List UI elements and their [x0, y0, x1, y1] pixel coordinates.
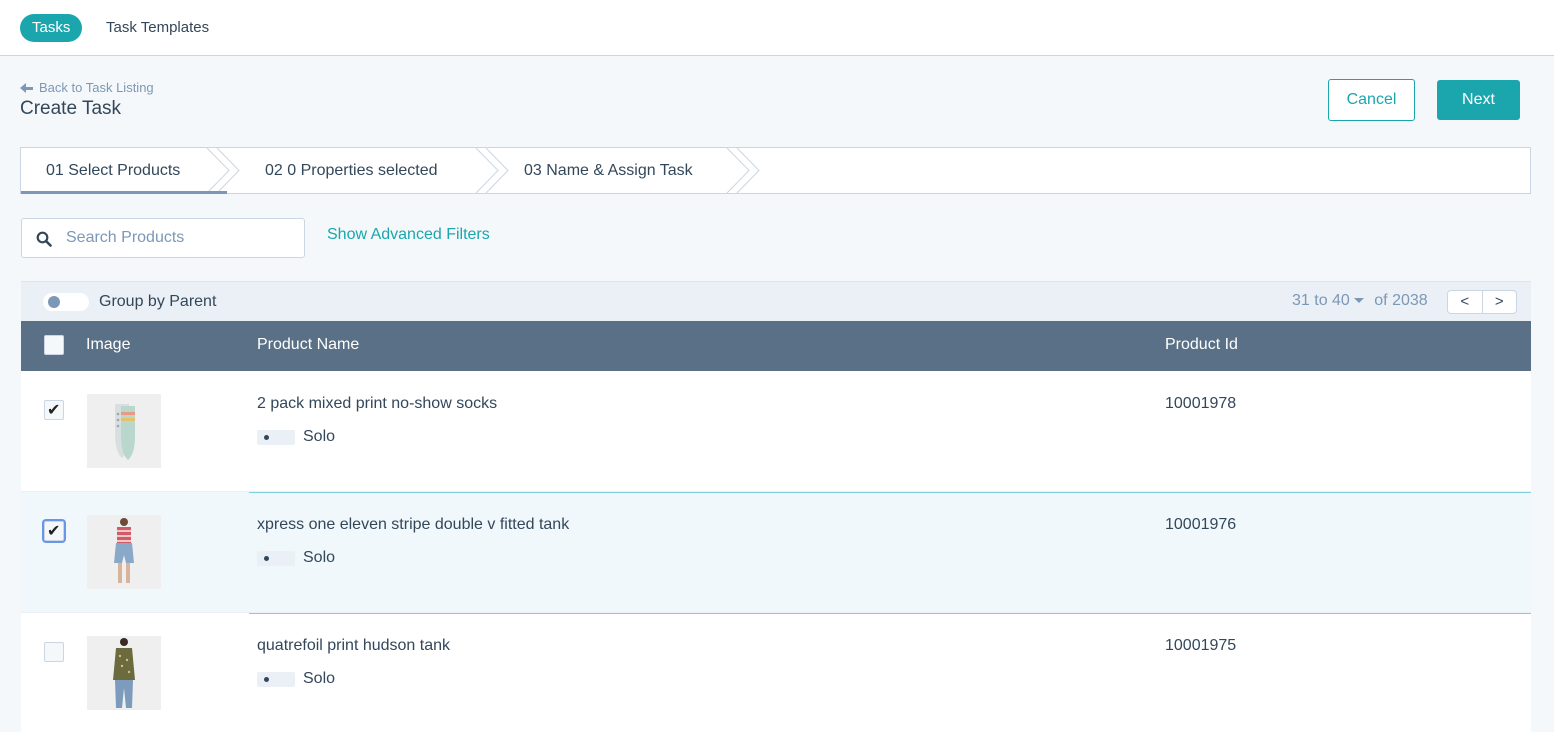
row-checkbox[interactable] — [44, 521, 64, 541]
solo-tag: Solo — [257, 428, 335, 446]
pager: < > — [1447, 290, 1517, 314]
solo-tag: Solo — [257, 670, 335, 688]
next-page-button[interactable]: > — [1481, 291, 1517, 313]
product-id: 10001976 — [1165, 516, 1237, 533]
table-toolbar: Group by Parent 31 to 40 of 2038 < > — [21, 281, 1531, 321]
row-checkbox[interactable] — [44, 642, 64, 662]
group-by-parent-label: Group by Parent — [99, 293, 217, 310]
search-icon — [36, 231, 52, 247]
solo-pill-icon — [257, 429, 295, 445]
solo-pill-icon — [257, 671, 295, 687]
arrow-left-icon — [20, 82, 34, 93]
page-scrollbar[interactable] — [1548, 56, 1554, 732]
search-input[interactable] — [66, 220, 296, 256]
step-properties[interactable]: 02 0 Properties selected — [265, 148, 438, 193]
table-row[interactable]: xpress one eleven stripe double v fitted… — [21, 492, 1531, 613]
wizard-stepper: 01 Select Products 02 0 Properties selec… — [20, 147, 1531, 194]
cancel-button[interactable]: Cancel — [1328, 79, 1415, 121]
product-id: 10001975 — [1165, 637, 1237, 654]
product-thumbnail — [87, 636, 161, 710]
row-highlight-line — [249, 613, 1531, 614]
prev-page-button[interactable]: < — [1448, 291, 1482, 313]
solo-tag-label: Solo — [303, 670, 336, 687]
show-advanced-filters-link[interactable]: Show Advanced Filters — [327, 226, 490, 244]
next-button[interactable]: Next — [1437, 80, 1520, 120]
column-header-product-name[interactable]: Product Name — [257, 336, 359, 354]
tab-tasks[interactable]: Tasks — [20, 14, 83, 42]
page-range-dropdown[interactable]: 31 to 40 of 2038 — [1292, 292, 1428, 310]
row-highlight-line — [249, 492, 1531, 493]
solo-tag: Solo — [257, 549, 335, 567]
step-name-assign[interactable]: 03 Name & Assign Task — [524, 148, 693, 193]
top-nav: Tasks Task Templates — [0, 0, 1554, 56]
product-table: Group by Parent 31 to 40 of 2038 < > Ima… — [21, 281, 1531, 732]
table-row[interactable]: quatrefoil print hudson tank Solo 100019… — [21, 613, 1531, 732]
table-header: Image Product Name Product Id — [21, 321, 1531, 371]
row-checkbox[interactable] — [44, 400, 64, 420]
caret-down-icon — [1353, 298, 1364, 304]
step-select-products[interactable]: 01 Select Products — [46, 148, 180, 193]
product-name: 2 pack mixed print no-show socks — [257, 395, 498, 412]
product-name: xpress one eleven stripe double v fitted… — [257, 516, 570, 533]
solo-tag-label: Solo — [303, 549, 336, 566]
back-link[interactable]: Back to Task Listing — [20, 80, 154, 95]
stepper-chevrons — [206, 148, 760, 193]
product-thumbnail — [87, 515, 161, 589]
total-count-label: of 2038 — [1374, 292, 1428, 309]
select-all-checkbox[interactable] — [44, 335, 64, 355]
print-tank-image — [87, 636, 161, 710]
striped-tank-image — [87, 515, 161, 589]
page-title: Create Task — [20, 98, 122, 119]
solo-pill-icon — [257, 550, 295, 566]
group-by-parent-toggle[interactable] — [43, 293, 89, 311]
back-link-label: Back to Task Listing — [39, 80, 154, 95]
table-row[interactable]: 2 pack mixed print no-show socks Solo 10… — [21, 371, 1531, 492]
product-thumbnail — [87, 394, 161, 468]
product-name: quatrefoil print hudson tank — [257, 637, 451, 654]
product-id: 10001978 — [1165, 395, 1237, 412]
solo-tag-label: Solo — [303, 428, 336, 445]
page-range-label: 31 to 40 — [1292, 292, 1350, 309]
toggle-knob — [48, 296, 60, 308]
column-header-image: Image — [86, 336, 131, 353]
tab-task-templates[interactable]: Task Templates — [106, 14, 209, 42]
column-header-product-id[interactable]: Product Id — [1165, 336, 1238, 354]
search-box — [21, 218, 305, 258]
socks-image — [87, 394, 161, 468]
